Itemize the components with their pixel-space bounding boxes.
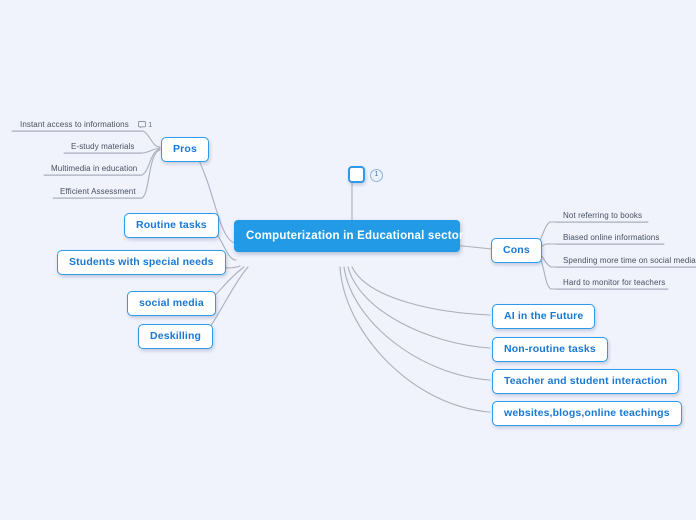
branch-node-cons[interactable]: Cons <box>491 238 542 263</box>
edge-root-websites-blogs <box>339 266 491 413</box>
leaf-not-referring-books[interactable]: Not referring to books <box>563 210 642 223</box>
node-routine-tasks[interactable]: Routine tasks <box>124 213 219 238</box>
empty-node-count-badge[interactable]: 1 <box>370 169 383 182</box>
leaf-biased-online-informations-label: Biased online informations <box>563 233 660 242</box>
leaf-efficient-assessment-label: Efficient Assessment <box>60 187 136 196</box>
node-non-routine-tasks[interactable]: Non-routine tasks <box>492 337 608 362</box>
edge-root-teacher-student <box>343 266 491 381</box>
leaf-hard-monitor-teachers[interactable]: Hard to monitor for teachers <box>563 277 665 290</box>
node-social-media[interactable]: social media <box>127 291 216 316</box>
root-node-label: Computerization in Educational sector <box>246 230 464 242</box>
empty-node-count-label: 1 <box>374 171 379 178</box>
node-websites-blogs-online-teachings-label: websites,blogs,online teachings <box>504 407 670 419</box>
node-students-special-needs-label: Students with special needs <box>69 256 214 268</box>
edge-root-non-routine <box>347 266 491 349</box>
leaf-efficient-assessment[interactable]: Efficient Assessment <box>60 186 136 199</box>
leaf-estudy-materials[interactable]: E-study materials <box>71 141 135 154</box>
leaf-biased-online-informations[interactable]: Biased online informations <box>563 232 659 245</box>
edge-root-ai-future <box>351 266 491 316</box>
comment-icon <box>138 121 146 129</box>
leaf-instant-access-label: Instant access to informations <box>20 120 129 129</box>
branch-node-cons-label: Cons <box>503 244 530 256</box>
node-teacher-student-interaction-label: Teacher and student interaction <box>504 375 668 387</box>
node-routine-tasks-label: Routine tasks <box>136 219 207 231</box>
mindmap-canvas[interactable]: Computerization in Educational sector 1 … <box>0 0 696 520</box>
node-ai-in-the-future[interactable]: AI in the Future <box>492 304 596 329</box>
empty-node[interactable] <box>348 166 365 183</box>
node-websites-blogs-online-teachings[interactable]: websites,blogs,online teachings <box>492 401 682 426</box>
leaf-spending-time-social-media[interactable]: Spending more time on social media <box>563 255 696 268</box>
node-teacher-student-interaction[interactable]: Teacher and student interaction <box>492 369 680 394</box>
branch-node-pros[interactable]: Pros <box>161 137 209 162</box>
leaf-spending-time-social-media-label: Spending more time on social media <box>563 256 696 265</box>
comment-badge-instant-access[interactable]: 1 <box>138 119 152 130</box>
root-node[interactable]: Computerization in Educational sector <box>234 220 463 252</box>
leaf-not-referring-books-label: Not referring to books <box>563 211 643 220</box>
node-ai-in-the-future-label: AI in the Future <box>504 310 584 322</box>
comment-count-instant-access: 1 <box>148 120 153 130</box>
branch-node-pros-label: Pros <box>173 143 197 155</box>
leaf-instant-access[interactable]: Instant access to informations 1 <box>20 119 152 132</box>
node-deskilling-label: Deskilling <box>150 330 202 342</box>
node-students-special-needs[interactable]: Students with special needs <box>57 250 226 275</box>
leaf-multimedia-education-label: Multimedia in education <box>51 164 138 173</box>
leaf-estudy-materials-label: E-study materials <box>71 142 135 151</box>
node-deskilling[interactable]: Deskilling <box>138 324 214 349</box>
node-non-routine-tasks-label: Non-routine tasks <box>504 343 596 355</box>
leaf-multimedia-education[interactable]: Multimedia in education <box>51 163 137 176</box>
node-social-media-label: social media <box>139 297 204 309</box>
leaf-hard-monitor-teachers-label: Hard to monitor for teachers <box>563 278 666 287</box>
